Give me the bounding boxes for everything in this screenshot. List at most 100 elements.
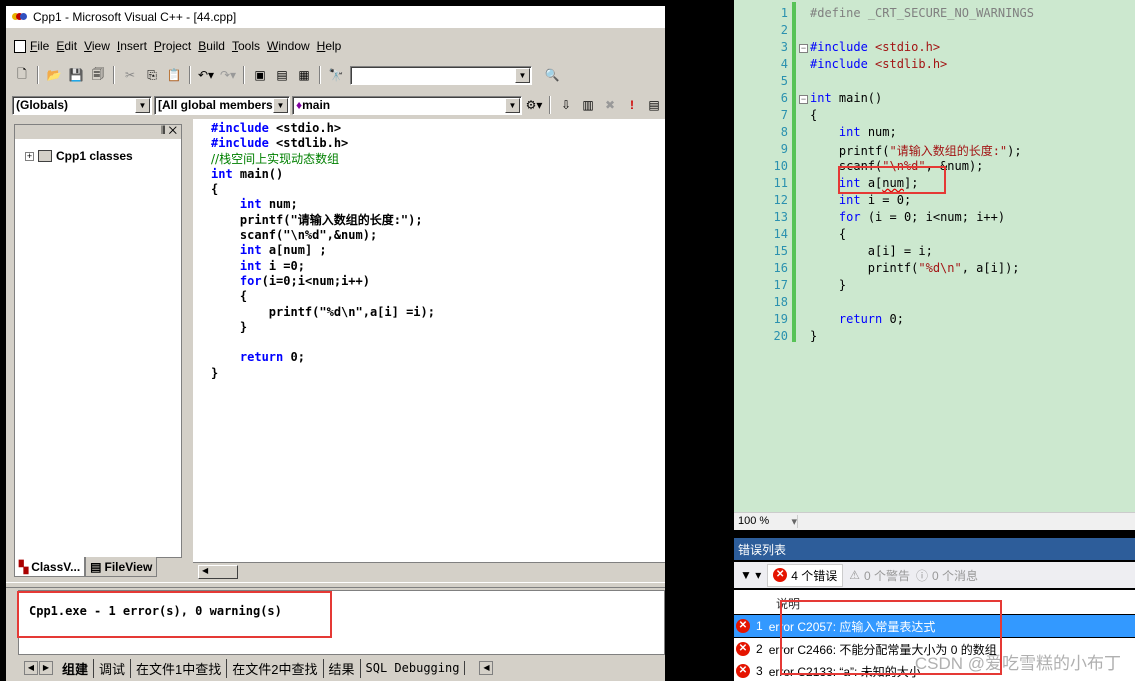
info-icon: ⓘ [916,568,929,583]
tab-scroll-left-icon[interactable]: ◀ [24,661,38,675]
menu-build[interactable]: Build [198,39,225,53]
code-line: { [810,108,818,122]
chevron-down-icon[interactable]: ▼ [135,97,150,113]
code-line: printf("请输入数组的长度:"); [211,212,423,227]
cut-icon[interactable]: ✂ [120,66,140,84]
compile-icon[interactable]: ⇩ [556,96,576,114]
menu-tools[interactable]: Tools [232,39,260,53]
open-folder-icon[interactable]: 📂 [44,66,64,84]
class-tree-root[interactable]: + Cpp1 classes [25,149,133,163]
tab-scroll-right-icon[interactable]: ▶ [39,661,53,675]
zoom-combo[interactable]: 100 % ▾ [738,515,798,528]
code-line: int num; [838,125,897,139]
warning-icon: ⚠ [849,568,861,582]
vc6-window-title: Cpp1 - Microsoft Visual C++ - [44.cpp] [33,10,237,24]
filter-errors-button[interactable]: ✕ 4 个错误 [767,563,844,587]
find-combo[interactable]: ▼ [350,65,532,85]
chevron-down-icon[interactable]: ▼ [515,67,530,83]
tab-find-in-files-2[interactable]: 在文件2中查找 [227,658,324,678]
workspace-pane: ⫴ ✕ + Cpp1 classes [14,124,182,558]
save-all-icon[interactable]: 🗐 [88,66,108,84]
window-list-icon[interactable]: ▦ [294,66,314,84]
collapse-icon[interactable]: − [799,44,808,53]
vc6-code-editor[interactable]: #include <stdio.h> #include <stdlib.h> /… [193,119,665,562]
tab-debug[interactable]: 调试 [94,658,132,678]
code-line: printf("%d\n", a[i]); [810,261,1020,275]
filter-messages-button[interactable]: ⓘ 0 个消息 [916,567,978,584]
column-header-description[interactable]: 说明 [734,590,1135,614]
tab-fileview[interactable]: ▤ FileView [85,557,158,577]
tab-results[interactable]: 结果 [324,658,361,678]
build-output-pane: Cpp1.exe - 1 error(s), 0 warning(s) [18,590,665,655]
close-icon[interactable]: ⫴ ✕ [161,125,177,138]
chevron-down-icon[interactable]: ▾ [791,515,797,528]
copy-icon[interactable]: ⎘ [142,66,162,84]
workspace-icon[interactable]: ▣ [250,66,270,84]
menu-project[interactable]: Project [154,39,191,53]
code-line: scanf("\n%d",&num); [211,228,378,243]
menu-edit[interactable]: Edit [56,39,77,53]
code-line: int a[num] ; [239,243,327,258]
code-line: int main() [810,91,883,105]
collapse-icon[interactable]: − [799,95,808,104]
menu-help[interactable]: Help [317,39,342,53]
search-icon[interactable]: 🔍 [542,66,562,84]
menu-view[interactable]: View [84,39,110,53]
splitter[interactable] [6,582,665,588]
function-combo[interactable]: ♦main ▼ [292,95,522,115]
filter-warnings-button[interactable]: ⚠ 0 个警告 [849,567,910,584]
members-combo[interactable]: [All global members ▼ [154,95,290,115]
execute-icon[interactable]: ! [622,96,642,114]
error-list-toolbar: ▼ ▾ ✕ 4 个错误 ⚠ 0 个警告 ⓘ 0 个消息 [734,562,1135,588]
code-line: int i =0; [239,258,305,273]
build-icon[interactable]: ▥ [578,96,598,114]
scroll-left-icon[interactable]: ◀ [198,565,238,579]
tab-classview[interactable]: ▚ ClassV... [14,557,86,577]
menu-file[interactable]: File [30,39,49,53]
error-row[interactable]: ✕ 1 error C2057: 应输入常量表达式 [734,615,1135,637]
tab-build[interactable]: 组建 [57,658,95,678]
editor-horizontal-scrollbar[interactable]: ◀ [193,562,665,579]
expand-icon[interactable]: + [25,151,34,161]
fileview-icon: ▤ [90,559,102,574]
go-icon[interactable]: ▤ [644,96,664,114]
error-list-title: 错误列表 [734,538,1135,560]
save-icon[interactable]: 💾 [66,66,86,84]
tab-find-in-files-1[interactable]: 在文件1中查找 [131,658,228,678]
output-tabs: ◀ ▶ 组建 调试 在文件1中查找 在文件2中查找 结果 SQL Debuggi… [24,658,665,678]
vs-code-editor[interactable]: 1 2 3 4 5 6 7 8 9 10 11 12 13 14 15 16 1… [734,0,1135,512]
globals-combo[interactable]: (Globals) ▼ [12,95,152,115]
undo-icon[interactable]: ↶▾ [196,66,216,84]
vc6-logo-icon [12,11,28,23]
chevron-down-icon[interactable]: ▼ [273,97,288,113]
chevron-down-icon[interactable]: ▼ [505,97,520,113]
code-line: int num; [239,197,298,212]
code-line: { [211,182,219,197]
tab-sql-debugging[interactable]: SQL Debugging [361,661,466,675]
new-file-icon[interactable]: 🗋 [12,66,32,84]
redo-icon[interactable]: ↷▾ [218,66,238,84]
wizard-action-icon[interactable]: ⚙▾ [524,96,544,114]
paste-icon[interactable]: 📋 [164,66,184,84]
change-tracking-bar [792,2,796,342]
output-scroll-left-icon[interactable]: ◀ [479,661,494,675]
code-line: a[i] = i; [810,244,933,258]
error-icon: ✕ [773,568,788,582]
filter-icon[interactable]: ▼ ▾ [740,568,761,582]
menu-insert[interactable]: Insert [117,39,147,53]
code-line: { [211,289,248,304]
code-line: int a[num]; [838,176,919,190]
vc6-title-bar: Cpp1 - Microsoft Visual C++ - [44.cpp] [6,6,665,28]
workspace-pane-titlebar: ⫴ ✕ [15,125,181,139]
output-window-icon[interactable]: ▤ [272,66,292,84]
code-line: #include <stdio.h> [211,121,342,135]
find-in-files-icon[interactable]: 🔭 [326,66,346,84]
watermark: CSDN @爱吃雪糕的小布丁 [914,654,1121,673]
vc6-menu-bar: File Edit View Insert Project Build Tool… [6,36,665,56]
code-line: { [810,227,847,241]
code-line: printf("请输入数组的长度:"); [810,144,1022,158]
code-line: printf("%d\n",a[i] =i); [211,304,435,319]
stop-build-icon[interactable]: ✖ [600,96,620,114]
menu-window[interactable]: Window [267,39,310,53]
